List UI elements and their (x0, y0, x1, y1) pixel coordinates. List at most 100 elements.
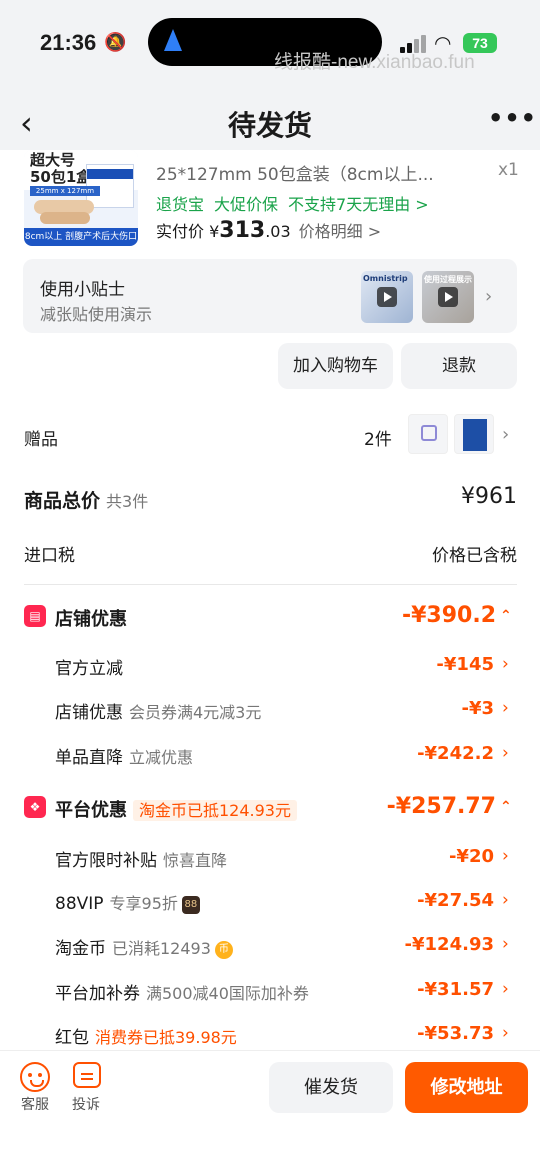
guarantee-tag: 退货宝 (156, 195, 205, 214)
discount-name: 单品直降 (55, 748, 123, 768)
customer-service-label[interactable]: 客服 (21, 1094, 49, 1114)
total-label-text: 商品总价 (24, 490, 101, 512)
discount-row-value[interactable]: -¥53.73 (380, 1023, 494, 1044)
discount-row-value[interactable]: -¥145 (380, 654, 494, 675)
complaint-icon[interactable] (73, 1062, 101, 1088)
discount-row-value[interactable]: -¥3 (380, 698, 494, 719)
discount-name: 平台加补券 (55, 984, 140, 1004)
discount-row-label: 淘金币 已消耗12493 币 (55, 934, 233, 959)
price-detail-link[interactable]: 价格明细 > (299, 222, 382, 241)
chevron-right-icon[interactable]: › (502, 424, 509, 445)
gift-label: 赠品 (24, 430, 58, 450)
discount-name: 官方限时补贴 (55, 851, 157, 871)
discount-sub: 立减优惠 (129, 748, 194, 767)
discount-row-label: 店铺优惠 会员券满4元减3元 (55, 698, 261, 723)
total-label: 商品总价 共3件 (24, 486, 148, 513)
discount-name: 官方立减 (55, 659, 123, 679)
discount-sub: 惊喜直降 (163, 851, 228, 870)
play-icon (438, 287, 458, 307)
thumb-strip (40, 212, 90, 224)
modify-address-button[interactable]: 修改地址 (405, 1062, 528, 1113)
thumb-size: 25mm x 127mm (30, 186, 100, 196)
guarantee-row[interactable]: 退货宝 大促价保 不支持7天无理由 > (156, 191, 439, 215)
discount-name: 88VIP (55, 894, 104, 914)
gift-thumbnail[interactable] (454, 414, 494, 454)
total-count: 共3件 (106, 492, 149, 511)
chevron-up-icon[interactable]: ⌃ (500, 608, 512, 624)
navigation-arrow-icon (164, 29, 182, 51)
status-time: 21:36 (40, 30, 97, 55)
platform-discount-label: 平台优惠 淘金币已抵124.93元 (55, 796, 297, 822)
thumb-footer: 8cm以上 剖腹产术后大伤口 (24, 228, 138, 246)
shop-discount-label: 店铺优惠 (55, 609, 127, 630)
chevron-right-icon[interactable]: › (502, 979, 509, 999)
platform-icon: ❖ (24, 796, 46, 818)
play-icon (377, 287, 397, 307)
chevron-right-icon[interactable]: › (485, 286, 492, 307)
chevron-right-icon[interactable]: › (502, 743, 509, 763)
product-thumbnail[interactable]: 超大号 50包1盒 25mm x 127mm 8cm以上 剖腹产术后大伤口 (24, 150, 138, 246)
shop-icon: ▤ (24, 605, 46, 627)
tax-label: 进口税 (24, 546, 75, 566)
tips-title: 使用小贴士 (40, 280, 125, 300)
chevron-up-icon[interactable]: ⌃ (500, 799, 512, 815)
refund-button[interactable]: 退款 (401, 343, 517, 389)
platform-label-text: 平台优惠 (55, 800, 127, 821)
platform-discount-value[interactable]: -¥257.77 (350, 794, 496, 819)
discount-row-value[interactable]: -¥20 (380, 846, 494, 867)
video-caption: 使用过程展示 (424, 275, 472, 284)
chevron-right-icon[interactable]: › (502, 934, 509, 954)
product-name[interactable]: 25*127mm 50包盒装（8cm以上... (156, 160, 434, 185)
discount-row-label: 单品直降 立减优惠 (55, 743, 193, 768)
tips-subtitle: 减张贴使用演示 (40, 305, 153, 324)
discount-row-label: 88VIP 专享95折 88 (55, 890, 200, 914)
discount-row-value[interactable]: -¥27.54 (380, 890, 494, 911)
discount-sub: 消费券已抵39.98元 (95, 1028, 237, 1047)
discount-row-value[interactable]: -¥31.57 (380, 979, 494, 1000)
tips-video-1[interactable]: Omnistrip (361, 271, 413, 323)
discount-row-value[interactable]: -¥124.93 (380, 934, 494, 955)
video-caption: Omnistrip (363, 274, 408, 283)
discount-row-value[interactable]: -¥242.2 (380, 743, 494, 764)
add-to-cart-button[interactable]: 加入购物车 (278, 343, 393, 389)
discount-row-label: 红包 消费券已抵39.98元 (55, 1023, 237, 1048)
coin-badge: 淘金币已抵124.93元 (133, 800, 297, 821)
complaint-label[interactable]: 投诉 (72, 1094, 100, 1114)
paid-int: 313 (219, 218, 266, 243)
discount-row-label: 平台加补券 满500减40国际加补券 (55, 979, 309, 1004)
guarantee-tag: 不支持7天无理由 > (288, 195, 429, 214)
discount-sub: 专享95折 (109, 894, 178, 913)
discount-row-label: 官方立减 (55, 654, 123, 679)
customer-service-icon[interactable] (20, 1062, 50, 1092)
discount-sub: 会员券满4元减3元 (129, 703, 262, 722)
chevron-right-icon[interactable]: › (502, 698, 509, 718)
divider (24, 584, 517, 585)
paid-label: 实付价 ¥ (156, 222, 220, 241)
tax-value: 价格已含税 (432, 546, 517, 566)
chevron-right-icon[interactable]: › (502, 1023, 509, 1043)
gift-count[interactable]: 2件 (364, 425, 392, 450)
page-title: 待发货 (227, 109, 312, 142)
urge-shipping-button[interactable]: 催发货 (269, 1062, 393, 1113)
chevron-right-icon[interactable]: › (502, 846, 509, 866)
mute-icon: 🔕 (104, 32, 127, 53)
total-value: ¥961 (461, 484, 517, 509)
shop-discount-value[interactable]: -¥390.2 (380, 603, 496, 628)
discount-sub: 满500减40国际加补券 (146, 984, 309, 1003)
paid-dec: .03 (265, 222, 291, 241)
product-qty: x1 (498, 160, 519, 180)
chevron-right-icon[interactable]: › (502, 890, 509, 910)
discount-name: 红包 (55, 1028, 89, 1048)
tips-video-2[interactable]: 使用过程展示 (422, 271, 474, 323)
discount-name: 淘金币 (55, 939, 106, 959)
chevron-right-icon[interactable]: › (502, 654, 509, 674)
discount-sub: 已消耗12493 (112, 939, 211, 958)
gift-thumbnail[interactable] (408, 414, 448, 454)
watermark: 线报酷-new.xianbao.fun (274, 52, 475, 73)
guarantee-tag: 大促价保 (214, 195, 279, 214)
more-icon[interactable]: ••• (488, 104, 537, 132)
paid-price: 实付价 ¥313.03 价格明细 > (156, 218, 381, 243)
coin-icon: 币 (214, 941, 233, 959)
discount-name: 店铺优惠 (55, 703, 123, 723)
discount-row-label: 官方限时补贴 惊喜直降 (55, 846, 227, 871)
